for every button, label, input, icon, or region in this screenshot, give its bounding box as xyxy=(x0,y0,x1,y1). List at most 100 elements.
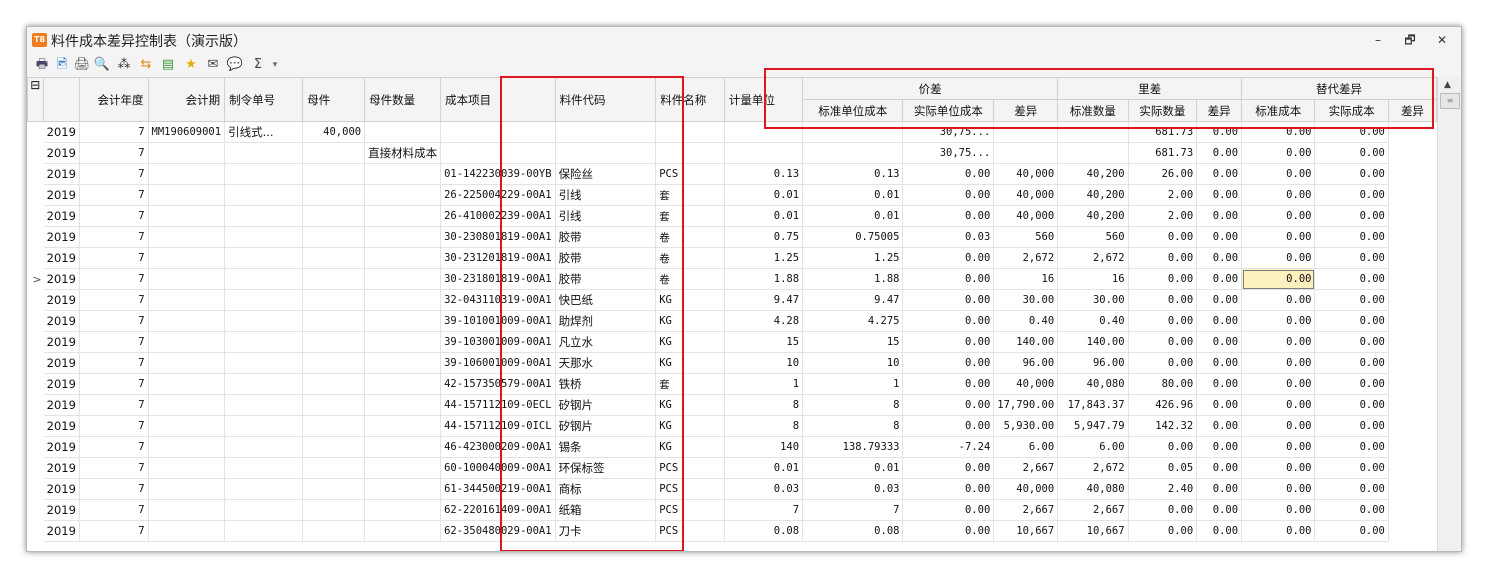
table-cell[interactable]: 2019 xyxy=(42,289,80,311)
table-cell[interactable] xyxy=(1057,142,1129,164)
table-cell[interactable] xyxy=(224,205,304,227)
table-cell[interactable] xyxy=(655,121,725,143)
table-cell[interactable]: 0.01 xyxy=(802,184,904,206)
table-cell[interactable]: KG xyxy=(655,289,725,311)
table-cell[interactable]: PCS xyxy=(655,163,725,185)
table-cell[interactable]: 7 xyxy=(78,352,149,374)
table-cell[interactable]: 0.00 xyxy=(1196,331,1243,353)
row-selector[interactable] xyxy=(27,289,44,311)
table-cell[interactable]: 4.275 xyxy=(802,310,904,332)
table-cell[interactable]: 7 xyxy=(78,457,149,479)
refresh-icon[interactable]: ⇆ xyxy=(137,56,155,74)
table-cell[interactable]: 0.00 xyxy=(1314,226,1389,248)
table-cell[interactable] xyxy=(302,352,366,374)
table-cell[interactable] xyxy=(224,226,304,248)
table-cell[interactable]: 40,200 xyxy=(1057,163,1129,185)
table-cell[interactable] xyxy=(302,478,366,500)
table-cell[interactable]: 142.32 xyxy=(1127,415,1198,437)
table-cell[interactable]: 0.00 xyxy=(1314,352,1389,374)
table-cell[interactable]: 胶带 xyxy=(554,268,657,290)
table-cell[interactable] xyxy=(364,226,442,248)
table-cell[interactable]: 8 xyxy=(802,394,904,416)
table-cell[interactable] xyxy=(147,331,226,353)
table-cell[interactable]: 40,200 xyxy=(1057,205,1129,227)
table-cell[interactable] xyxy=(364,310,442,332)
more-dropdown-icon[interactable]: ▾ xyxy=(270,56,280,74)
table-cell[interactable]: 0.01 xyxy=(802,457,904,479)
table-cell[interactable]: 2019 xyxy=(42,415,80,437)
table-cell[interactable] xyxy=(224,394,304,416)
table-cell[interactable]: 0.00 xyxy=(1196,436,1243,458)
table-cell[interactable]: 天那水 xyxy=(554,352,657,374)
table-cell[interactable]: 1.88 xyxy=(723,268,804,290)
table-cell[interactable] xyxy=(302,436,366,458)
table-cell[interactable]: 30,75... xyxy=(902,142,995,164)
row-selector[interactable] xyxy=(27,373,44,395)
table-row[interactable]: 2019 7 46-423000209-00A1 锡条 KG 140 138.79333 -7… xyxy=(27,436,1437,458)
table-cell[interactable]: 0.00 xyxy=(1196,247,1243,269)
table-cell[interactable]: 7 xyxy=(78,310,149,332)
table-cell[interactable]: 62-220161409-00A1 xyxy=(440,499,556,521)
table-cell[interactable]: 30.00 xyxy=(993,289,1059,311)
table-cell[interactable]: 40,000 xyxy=(302,121,366,143)
table-cell[interactable]: 0.40 xyxy=(1057,310,1129,332)
table-cell[interactable]: -7.24 xyxy=(902,436,995,458)
table-row[interactable]: 2019 7 直接材料成本 30,75... 681.73 0.00 0.00 0.00 xyxy=(27,142,1437,164)
table-row[interactable]: 2019 7 26-225004229-00A1 引线套 0.01 0.01 0.00 40,… xyxy=(27,184,1437,206)
minimize-button[interactable]: – xyxy=(1367,31,1389,49)
table-cell[interactable] xyxy=(554,142,657,164)
table-cell[interactable]: 6.00 xyxy=(1057,436,1129,458)
table-cell[interactable]: 40,200 xyxy=(1057,184,1129,206)
table-cell[interactable]: 胶带 xyxy=(554,247,657,269)
table-cell[interactable] xyxy=(302,499,366,521)
table-cell[interactable]: 2.00 xyxy=(1127,184,1198,206)
table-cell[interactable] xyxy=(224,142,304,164)
sub-header-3[interactable]: 标准数量 xyxy=(1057,99,1129,122)
table-cell[interactable]: 32-043110319-00A1 xyxy=(440,289,556,311)
table-cell[interactable]: 2.00 xyxy=(1127,205,1198,227)
table-cell[interactable]: 0.01 xyxy=(802,205,904,227)
table-row[interactable]: 2019 7 44-157112109-0ICL 矽钢片 KG 8 8 0.00 5,930.0… xyxy=(27,415,1437,437)
table-cell[interactable]: 0.00 xyxy=(1196,268,1243,290)
table-cell[interactable]: 0.00 xyxy=(1314,247,1389,269)
table-cell[interactable] xyxy=(147,352,226,374)
table-cell[interactable]: 0.00 xyxy=(902,415,995,437)
table-cell[interactable]: 0.00 xyxy=(1196,499,1243,521)
table-cell[interactable]: 0.00 xyxy=(902,499,995,521)
table-cell[interactable]: 快巴纸 xyxy=(554,289,657,311)
table-cell[interactable]: 2019 xyxy=(42,436,80,458)
table-cell[interactable]: 0.00 xyxy=(1314,121,1389,143)
table-cell[interactable] xyxy=(147,205,226,227)
table-cell[interactable]: 0.00 xyxy=(1241,457,1316,479)
table-cell[interactable]: 套 xyxy=(655,373,725,395)
table-cell[interactable]: 0.00 xyxy=(1127,499,1198,521)
table-cell[interactable] xyxy=(364,163,442,185)
table-cell[interactable]: 0.00 xyxy=(1127,226,1198,248)
table-cell[interactable] xyxy=(993,142,1059,164)
table-cell[interactable] xyxy=(364,331,442,353)
table-cell[interactable] xyxy=(302,247,366,269)
table-cell[interactable] xyxy=(302,289,366,311)
table-cell[interactable] xyxy=(147,268,226,290)
table-cell[interactable]: 40,000 xyxy=(993,184,1059,206)
table-cell[interactable]: 61-344500219-00A1 xyxy=(440,478,556,500)
table-cell[interactable]: 96.00 xyxy=(993,352,1059,374)
table-cell[interactable]: KG xyxy=(655,331,725,353)
table-cell[interactable] xyxy=(224,457,304,479)
table-cell[interactable] xyxy=(224,331,304,353)
table-cell[interactable]: 2019 xyxy=(42,352,80,374)
table-row[interactable]: 2019 7 39-106001009-00A1 天那水 KG 10 10 0.00 96.00… xyxy=(27,352,1437,374)
table-cell[interactable] xyxy=(147,247,226,269)
table-cell[interactable]: 0.00 xyxy=(1196,352,1243,374)
table-cell[interactable] xyxy=(224,289,304,311)
column-header-2[interactable]: 制令单号 xyxy=(224,77,304,122)
sum-icon[interactable]: Σ xyxy=(249,56,267,74)
table-cell[interactable]: 2.40 xyxy=(1127,478,1198,500)
table-cell[interactable]: 140.00 xyxy=(1057,331,1129,353)
table-cell[interactable] xyxy=(302,226,366,248)
column-header-6[interactable]: 料件代码 xyxy=(554,77,657,122)
table-cell[interactable] xyxy=(224,184,304,206)
table-cell[interactable] xyxy=(364,184,442,206)
table-cell[interactable]: 30-231801819-00A1 xyxy=(440,268,556,290)
table-cell[interactable]: PCS xyxy=(655,478,725,500)
